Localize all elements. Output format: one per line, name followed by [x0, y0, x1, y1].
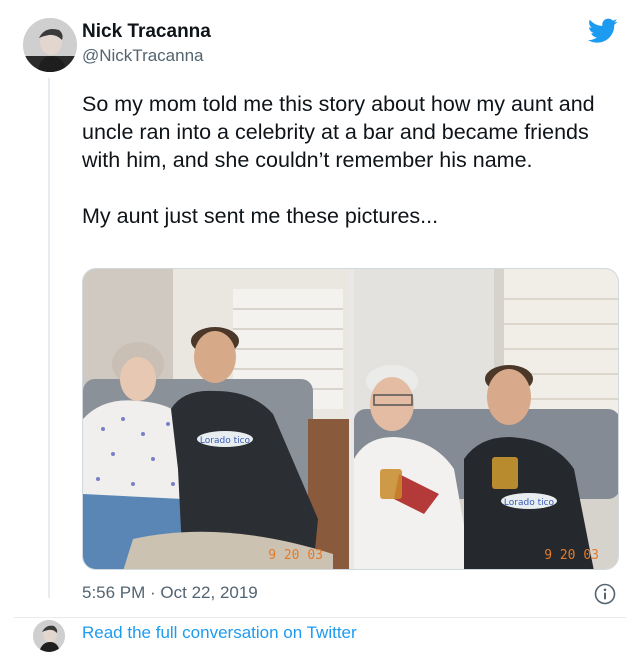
- shirt-logo-text: Lorado tico: [200, 436, 251, 446]
- photo-grid: Lorado tico 9 20 03 Lorado tico 9 20 03: [82, 268, 619, 570]
- twitter-bird-icon[interactable]: [587, 18, 618, 44]
- author-handle[interactable]: @NickTracanna: [82, 46, 204, 66]
- avatar[interactable]: [23, 18, 77, 72]
- photo-left[interactable]: Lorado tico 9 20 03: [83, 269, 349, 569]
- tweet-card: Nick Tracanna @NickTracanna So my mom to…: [0, 0, 640, 664]
- tweet-paragraph: My aunt just sent me these pictures...: [82, 204, 439, 228]
- divider: [14, 617, 626, 618]
- read-full-conversation-link[interactable]: Read the full conversation on Twitter: [82, 623, 357, 643]
- info-icon[interactable]: [594, 583, 616, 605]
- date-stamp: 9 20 03: [268, 548, 323, 563]
- tweet-text: So my mom told me this story about how m…: [82, 90, 622, 230]
- thread-line: [48, 78, 50, 598]
- tweet-paragraph: So my mom told me this story about how m…: [82, 92, 595, 172]
- author-name[interactable]: Nick Tracanna: [82, 21, 211, 43]
- date-stamp: 9 20 03: [544, 548, 599, 563]
- tweet-timestamp[interactable]: 5:56 PM · Oct 22, 2019: [82, 583, 258, 603]
- shirt-logo-text: Lorado tico: [504, 498, 555, 508]
- photo-right[interactable]: Lorado tico 9 20 03: [354, 269, 618, 569]
- footer-avatar: [33, 620, 65, 652]
